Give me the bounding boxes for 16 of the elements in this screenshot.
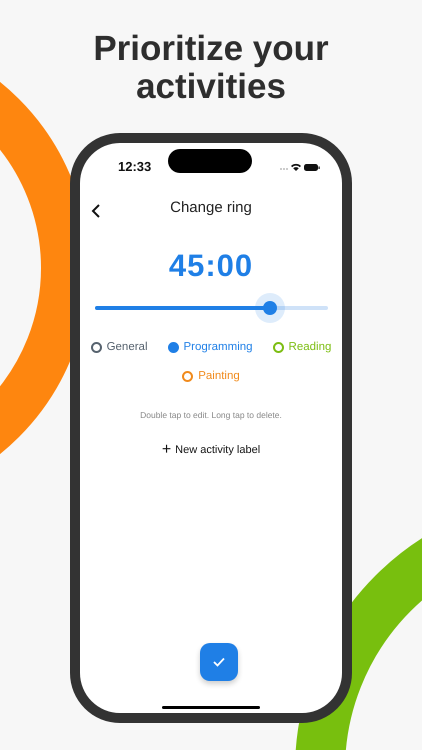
headline: Prioritize your activities [92, 30, 330, 106]
signal-wifi-battery-icon [280, 162, 320, 172]
new-label-button[interactable]: + New activity label [162, 442, 260, 458]
activity-label[interactable]: Painting [182, 368, 240, 386]
hint-text: Double tap to edit. Long tap to delete. [140, 410, 282, 420]
status-time: 12:33 [118, 158, 152, 176]
activity-label[interactable]: Programming [168, 339, 253, 356]
slider-thumb[interactable] [254, 293, 285, 324]
timer-display: 45:00 [168, 248, 254, 283]
back-icon [90, 203, 102, 220]
confirm-button[interactable] [200, 642, 238, 681]
check-icon [213, 656, 225, 667]
activity-label[interactable]: Reading [272, 339, 332, 356]
slider-track[interactable] [95, 293, 328, 324]
screen-title: Change ring [170, 198, 252, 218]
activity-label[interactable]: General [90, 339, 148, 356]
